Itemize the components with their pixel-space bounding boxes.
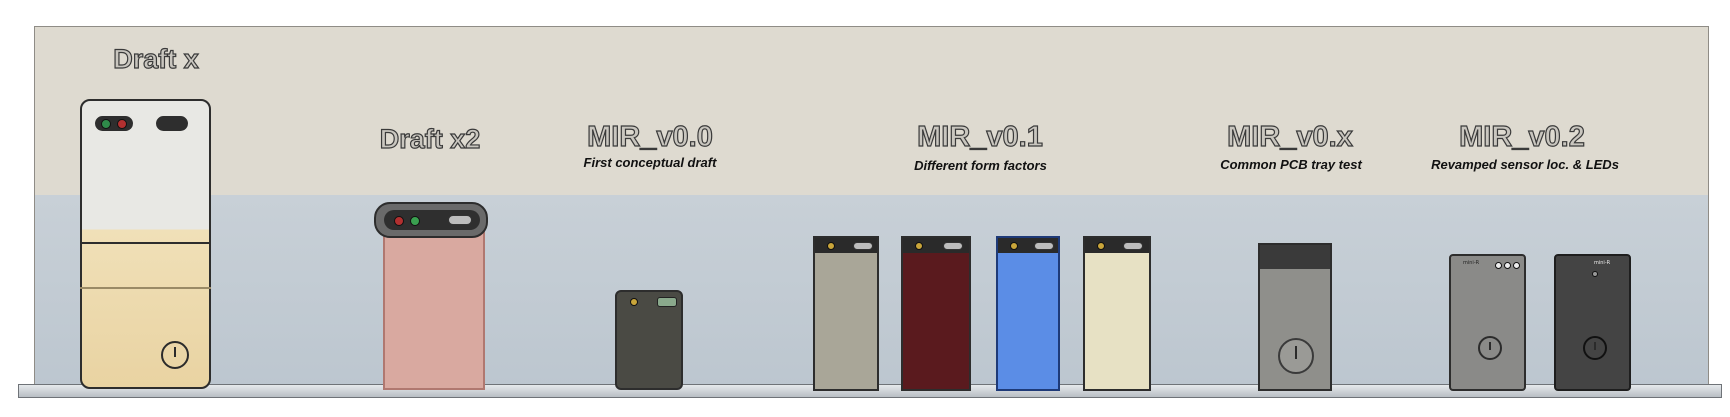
group-title-mir-v01: MIR_v0.1 <box>917 120 1044 153</box>
power-icon <box>161 341 189 369</box>
led-indicator <box>410 216 420 226</box>
device-draft-x2-head <box>374 202 488 238</box>
device-draft-x2 <box>383 213 485 390</box>
sensor-window <box>448 215 472 225</box>
device-mir-v01-cream <box>1083 236 1151 391</box>
device-mir-v0x <box>1258 243 1332 391</box>
group-title-draft-x: Draft x <box>113 43 200 74</box>
group-title-draft-x2: Draft x2 <box>379 123 481 154</box>
power-icon <box>1583 336 1607 360</box>
group-subtitle-mir-v00: First conceptual draft <box>583 155 717 170</box>
sensor-window <box>657 297 677 307</box>
group-title-mir-v00: MIR_v0.0 <box>587 120 714 153</box>
led-indicator <box>394 216 404 226</box>
device-mir-v02-grey: mini-R <box>1449 254 1526 391</box>
group-subtitle-mir-v02: Revamped sensor loc. & LEDs <box>1431 157 1619 172</box>
group-subtitle-mir-v0x: Common PCB tray test <box>1220 157 1362 172</box>
device-mir-v01-red <box>901 236 971 391</box>
sensor-window <box>156 116 188 131</box>
led-indicator <box>101 119 111 129</box>
device-label: mini-R <box>1463 260 1480 266</box>
product-lineup-scene: Draft x Draft x2 MIR_v0.0 First conceptu… <box>0 0 1730 417</box>
device-mir-v01-grey <box>813 236 879 391</box>
device-mir-v00 <box>615 290 683 390</box>
sensor-window <box>95 116 133 131</box>
device-mir-v02-dark: mini-R <box>1554 254 1631 391</box>
power-icon <box>1478 336 1502 360</box>
device-mir-v01-blue <box>996 236 1060 391</box>
led-indicator <box>630 298 638 306</box>
group-subtitle-mir-v01: Different form factors <box>914 158 1047 173</box>
led-indicator <box>117 119 127 129</box>
sensor-ring <box>1278 338 1314 374</box>
group-title-mir-v0x: MIR_v0.x <box>1227 120 1354 153</box>
sensor-window <box>384 210 480 230</box>
device-draft-x <box>80 99 211 389</box>
group-title-mir-v02: MIR_v0.2 <box>1459 120 1586 153</box>
device-label: mini-R <box>1594 260 1611 266</box>
